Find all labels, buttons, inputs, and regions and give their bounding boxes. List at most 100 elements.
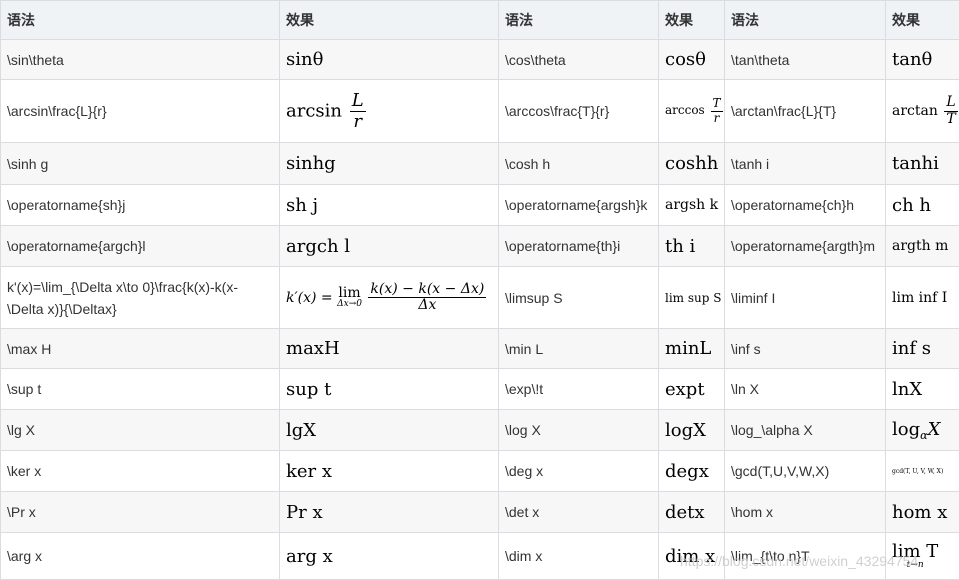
- syntax-cell: \lg X: [1, 410, 280, 451]
- limit-operator: lim Δx→0: [337, 286, 362, 309]
- effect-cell: ker x: [280, 451, 499, 492]
- header-syntax-3: 语法: [725, 1, 886, 40]
- effect-cell: gcd(T, U, V, W, X): [886, 451, 959, 492]
- syntax-cell: \hom x: [725, 492, 886, 533]
- effect-subscript: α: [920, 429, 927, 442]
- syntax-cell: \arcsin\frac{L}{r}: [1, 80, 280, 143]
- fraction-denominator: Δx: [368, 298, 486, 313]
- header-syntax-2: 语法: [499, 1, 659, 40]
- effect-cell: sinθ: [280, 40, 499, 80]
- syntax-cell: \arg x: [1, 533, 280, 580]
- effect-cell: lim inf I: [886, 267, 959, 329]
- syntax-cell: \arctan\frac{L}{T}: [725, 80, 886, 143]
- header-effect-3: 效果: [886, 1, 959, 40]
- syntax-cell: \lim_{t\to n}T: [725, 533, 886, 580]
- table-row: \arg x arg x \dim x dim x \lim_{t\to n}T…: [1, 533, 959, 580]
- syntax-cell: k'(x)=\lim_{\Delta x\to 0}\frac{k(x)-k(x…: [1, 267, 280, 329]
- effect-function: arccos: [665, 104, 705, 118]
- table-row: \sinh g sinhg \cosh h coshh \tanh i tanh…: [1, 143, 959, 185]
- syntax-cell: \operatorname{sh}j: [1, 185, 280, 226]
- effect-cell: coshh: [659, 143, 725, 185]
- fraction: L r: [350, 91, 366, 132]
- effect-cell: dim x: [659, 533, 725, 580]
- effect-cell: sinhg: [280, 143, 499, 185]
- fraction-denominator: r: [350, 112, 366, 132]
- effect-argument: X: [928, 419, 941, 440]
- table-row: \sin\theta sinθ \cos\theta cosθ \tan\the…: [1, 40, 959, 80]
- table-row: \lg X lgX \log X logX \log_\alpha X logα…: [1, 410, 959, 451]
- syntax-cell: \det x: [499, 492, 659, 533]
- syntax-cell: \arccos\frac{T}{r}: [499, 80, 659, 143]
- effect-cell: lgX: [280, 410, 499, 451]
- limit-label: lim: [337, 286, 362, 300]
- effect-cell: argth m: [886, 226, 959, 267]
- effect-cell: sh j: [280, 185, 499, 226]
- effect-cell: cosθ: [659, 40, 725, 80]
- limit-subscript: Δx→0: [337, 300, 362, 309]
- effect-cell: arctan L T: [886, 80, 959, 143]
- syntax-cell: \cos\theta: [499, 40, 659, 80]
- effect-cell: arccos T r: [659, 80, 725, 143]
- table-row: \max H maxH \min L minL \inf s inf s: [1, 329, 959, 369]
- fraction-numerator: L: [350, 91, 366, 112]
- effect-cell: maxH: [280, 329, 499, 369]
- table-row: \sup t sup t \exp\!t expt \ln X lnX: [1, 369, 959, 410]
- syntax-cell: \operatorname{argth}m: [725, 226, 886, 267]
- syntax-cell: \ln X: [725, 369, 886, 410]
- effect-cell: degx: [659, 451, 725, 492]
- effect-function: arcsin: [286, 100, 342, 121]
- syntax-cell: \sinh g: [1, 143, 280, 185]
- table-header-row: 语法 效果 语法 效果 语法 效果: [1, 1, 959, 40]
- table-row: \operatorname{argch}l argch l \operatorn…: [1, 226, 959, 267]
- syntax-cell: \tan\theta: [725, 40, 886, 80]
- syntax-cell: \inf s: [725, 329, 886, 369]
- effect-cell: arg x: [280, 533, 499, 580]
- effect-cell: ch h: [886, 185, 959, 226]
- effect-cell: argsh k: [659, 185, 725, 226]
- effect-cell: lim sup S: [659, 267, 725, 329]
- effect-cell: inf s: [886, 329, 959, 369]
- syntax-cell: \ker x: [1, 451, 280, 492]
- fraction-numerator: L: [944, 95, 957, 111]
- effect-cell: th i: [659, 226, 725, 267]
- syntax-cell: \deg x: [499, 451, 659, 492]
- effect-cell: tanθ: [886, 40, 959, 80]
- effect-cell: lnX: [886, 369, 959, 410]
- effect-function: log: [892, 419, 920, 440]
- fraction: T r: [711, 97, 723, 124]
- effect-function: arctan: [892, 103, 938, 119]
- limit-label: lim T: [892, 543, 938, 561]
- table-row: \ker x ker x \deg x degx \gcd(T,U,V,W,X)…: [1, 451, 959, 492]
- effect-cell: k′(x) = lim Δx→0 k(x) − k(x − Δx) Δx: [280, 267, 499, 329]
- syntax-cell: \sin\theta: [1, 40, 280, 80]
- syntax-cell: \Pr x: [1, 492, 280, 533]
- syntax-cell: \operatorname{argch}l: [1, 226, 280, 267]
- syntax-cell: \log X: [499, 410, 659, 451]
- fraction: L T: [944, 95, 957, 127]
- effect-cell: arcsin L r: [280, 80, 499, 143]
- syntax-cell: \liminf I: [725, 267, 886, 329]
- fraction-numerator: T: [711, 97, 723, 111]
- syntax-cell: \log_\alpha X: [725, 410, 886, 451]
- syntax-cell: \operatorname{argsh}k: [499, 185, 659, 226]
- effect-cell: sup t: [280, 369, 499, 410]
- effect-cell: expt: [659, 369, 725, 410]
- syntax-cell: \exp\!t: [499, 369, 659, 410]
- header-syntax-1: 语法: [1, 1, 280, 40]
- syntax-cell: \max H: [1, 329, 280, 369]
- fraction-denominator: T: [944, 112, 957, 127]
- effect-cell: tanhi: [886, 143, 959, 185]
- fraction-denominator: r: [711, 112, 723, 125]
- syntax-cell: \operatorname{th}i: [499, 226, 659, 267]
- effect-cell: logαX: [886, 410, 959, 451]
- fraction-numerator: k(x) − k(x − Δx): [368, 282, 486, 298]
- latex-function-table: 语法 效果 语法 效果 语法 效果 \sin\theta sinθ \cos\t…: [0, 0, 959, 580]
- effect-cell: lim T t→n: [886, 533, 959, 580]
- limit-subscript: t→n: [892, 561, 938, 570]
- effect-cell: detx: [659, 492, 725, 533]
- table-row: k'(x)=\lim_{\Delta x\to 0}\frac{k(x)-k(x…: [1, 267, 959, 329]
- table-row: \operatorname{sh}j sh j \operatorname{ar…: [1, 185, 959, 226]
- effect-cell: logX: [659, 410, 725, 451]
- syntax-cell: \limsup S: [499, 267, 659, 329]
- effect-cell: argch l: [280, 226, 499, 267]
